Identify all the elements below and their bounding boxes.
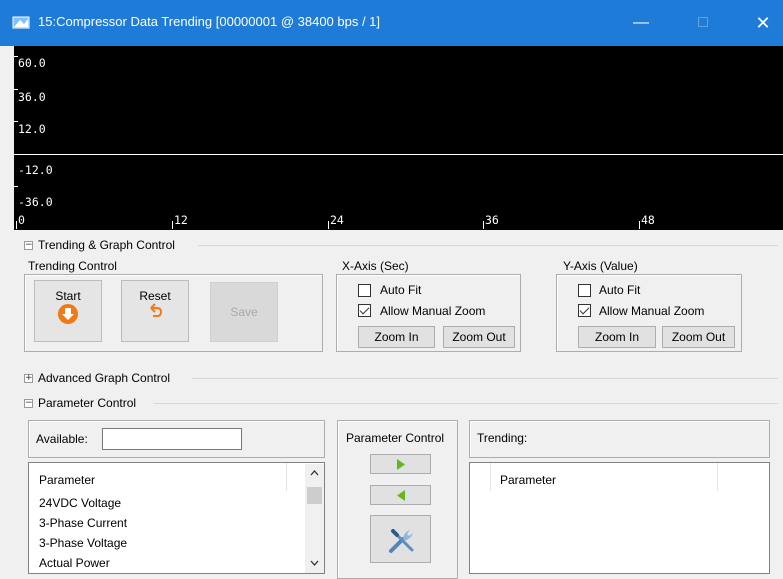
right-arrow-icon	[397, 459, 405, 470]
available-parameter-list[interactable]: Parameter 24VDC Voltage 3-Phase Current …	[28, 462, 325, 574]
x-tick	[328, 221, 329, 229]
x-manual-zoom-checkbox[interactable]	[358, 304, 371, 317]
trending-control-label: Trending Control	[28, 259, 117, 273]
collapse-parameter-control[interactable]: −	[24, 399, 33, 408]
trending-label: Trending:	[477, 431, 528, 445]
save-button[interactable]: Save	[210, 282, 278, 342]
trending-parameter-list[interactable]: Parameter	[469, 462, 770, 574]
list-item[interactable]: Actual Power	[39, 556, 110, 570]
section-divider	[192, 378, 778, 379]
list-item[interactable]: 3-Phase Voltage	[39, 536, 127, 550]
y-auto-fit-checkbox[interactable]	[578, 284, 591, 297]
window-title: 15:Compressor Data Trending [00000001 @ …	[38, 14, 381, 29]
x-auto-fit-checkbox[interactable]	[358, 284, 371, 297]
y-tick	[14, 186, 18, 187]
down-arrow-icon	[58, 304, 78, 324]
x-axis-label: 0	[18, 213, 25, 227]
list-header-label: Parameter	[500, 473, 557, 487]
zero-line	[14, 154, 783, 155]
minimize-button[interactable]: —	[618, 8, 664, 38]
x-axis-label-title: X-Axis (Sec)	[342, 259, 409, 273]
tools-button[interactable]	[370, 515, 431, 563]
x-axis-label: 48	[641, 213, 655, 227]
trend-graph[interactable]: 60.0 36.0 12.0 -12.0 -36.0 0 12 24 36 48	[14, 46, 783, 230]
section-title: Parameter Control	[38, 396, 137, 410]
remove-parameter-button[interactable]	[370, 485, 431, 505]
x-zoom-out-button[interactable]: Zoom Out	[443, 326, 515, 348]
left-arrow-icon	[397, 490, 405, 501]
y-auto-fit-label: Auto Fit	[599, 283, 641, 297]
close-button[interactable]: ✕	[740, 8, 783, 38]
x-zoom-in-button[interactable]: Zoom In	[358, 326, 435, 348]
y-axis-label: 12.0	[18, 122, 46, 136]
scroll-thumb[interactable]	[307, 487, 322, 504]
y-axis-label: -36.0	[18, 195, 53, 209]
scrollbar[interactable]	[305, 464, 324, 573]
x-manual-zoom-label: Allow Manual Zoom	[380, 304, 486, 318]
y-axis-label: 36.0	[18, 90, 46, 104]
list-item[interactable]: 24VDC Voltage	[39, 496, 121, 510]
wrench-screwdriver-icon	[389, 529, 414, 553]
y-zoom-out-button[interactable]: Zoom Out	[662, 326, 735, 348]
title-bar: 15:Compressor Data Trending [00000001 @ …	[0, 0, 783, 46]
maximize-button[interactable]: □	[680, 8, 726, 38]
y-axis-label: -12.0	[18, 163, 53, 177]
x-tick	[639, 221, 640, 229]
add-parameter-button[interactable]	[370, 454, 431, 474]
x-axis-label: 12	[174, 213, 188, 227]
x-axis-label: 24	[330, 213, 344, 227]
collapse-trending-graph-control[interactable]: −	[24, 241, 33, 250]
section-divider	[198, 245, 778, 246]
start-button[interactable]: Start	[34, 280, 102, 342]
y-manual-zoom-checkbox[interactable]	[578, 304, 591, 317]
x-axis-label: 36	[485, 213, 499, 227]
scroll-up-icon[interactable]	[310, 469, 319, 477]
y-manual-zoom-label: Allow Manual Zoom	[599, 304, 705, 318]
x-tick	[483, 221, 484, 229]
section-title: Advanced Graph Control	[38, 371, 171, 385]
available-label: Available:	[36, 432, 88, 446]
section-divider	[154, 403, 778, 404]
y-zoom-in-button[interactable]: Zoom In	[578, 326, 656, 348]
app-icon	[12, 16, 30, 29]
reset-button[interactable]: Reset	[121, 280, 189, 342]
parameter-control-label: Parameter Control	[346, 431, 445, 445]
x-auto-fit-label: Auto Fit	[380, 283, 422, 297]
y-axis-label-title: Y-Axis (Value)	[563, 259, 638, 273]
reset-label: Reset	[139, 289, 171, 303]
available-filter-input[interactable]	[102, 428, 242, 450]
y-axis-label: 60.0	[18, 56, 46, 70]
scroll-down-icon[interactable]	[310, 559, 319, 567]
expand-advanced-graph-control[interactable]: +	[24, 374, 33, 383]
x-tick	[172, 221, 173, 229]
start-label: Start	[55, 289, 81, 303]
save-label: Save	[230, 305, 258, 319]
list-header-label: Parameter	[39, 473, 96, 487]
undo-icon	[150, 303, 163, 317]
x-tick	[16, 221, 17, 229]
section-title: Trending & Graph Control	[38, 238, 175, 252]
list-item[interactable]: 3-Phase Current	[39, 516, 127, 530]
